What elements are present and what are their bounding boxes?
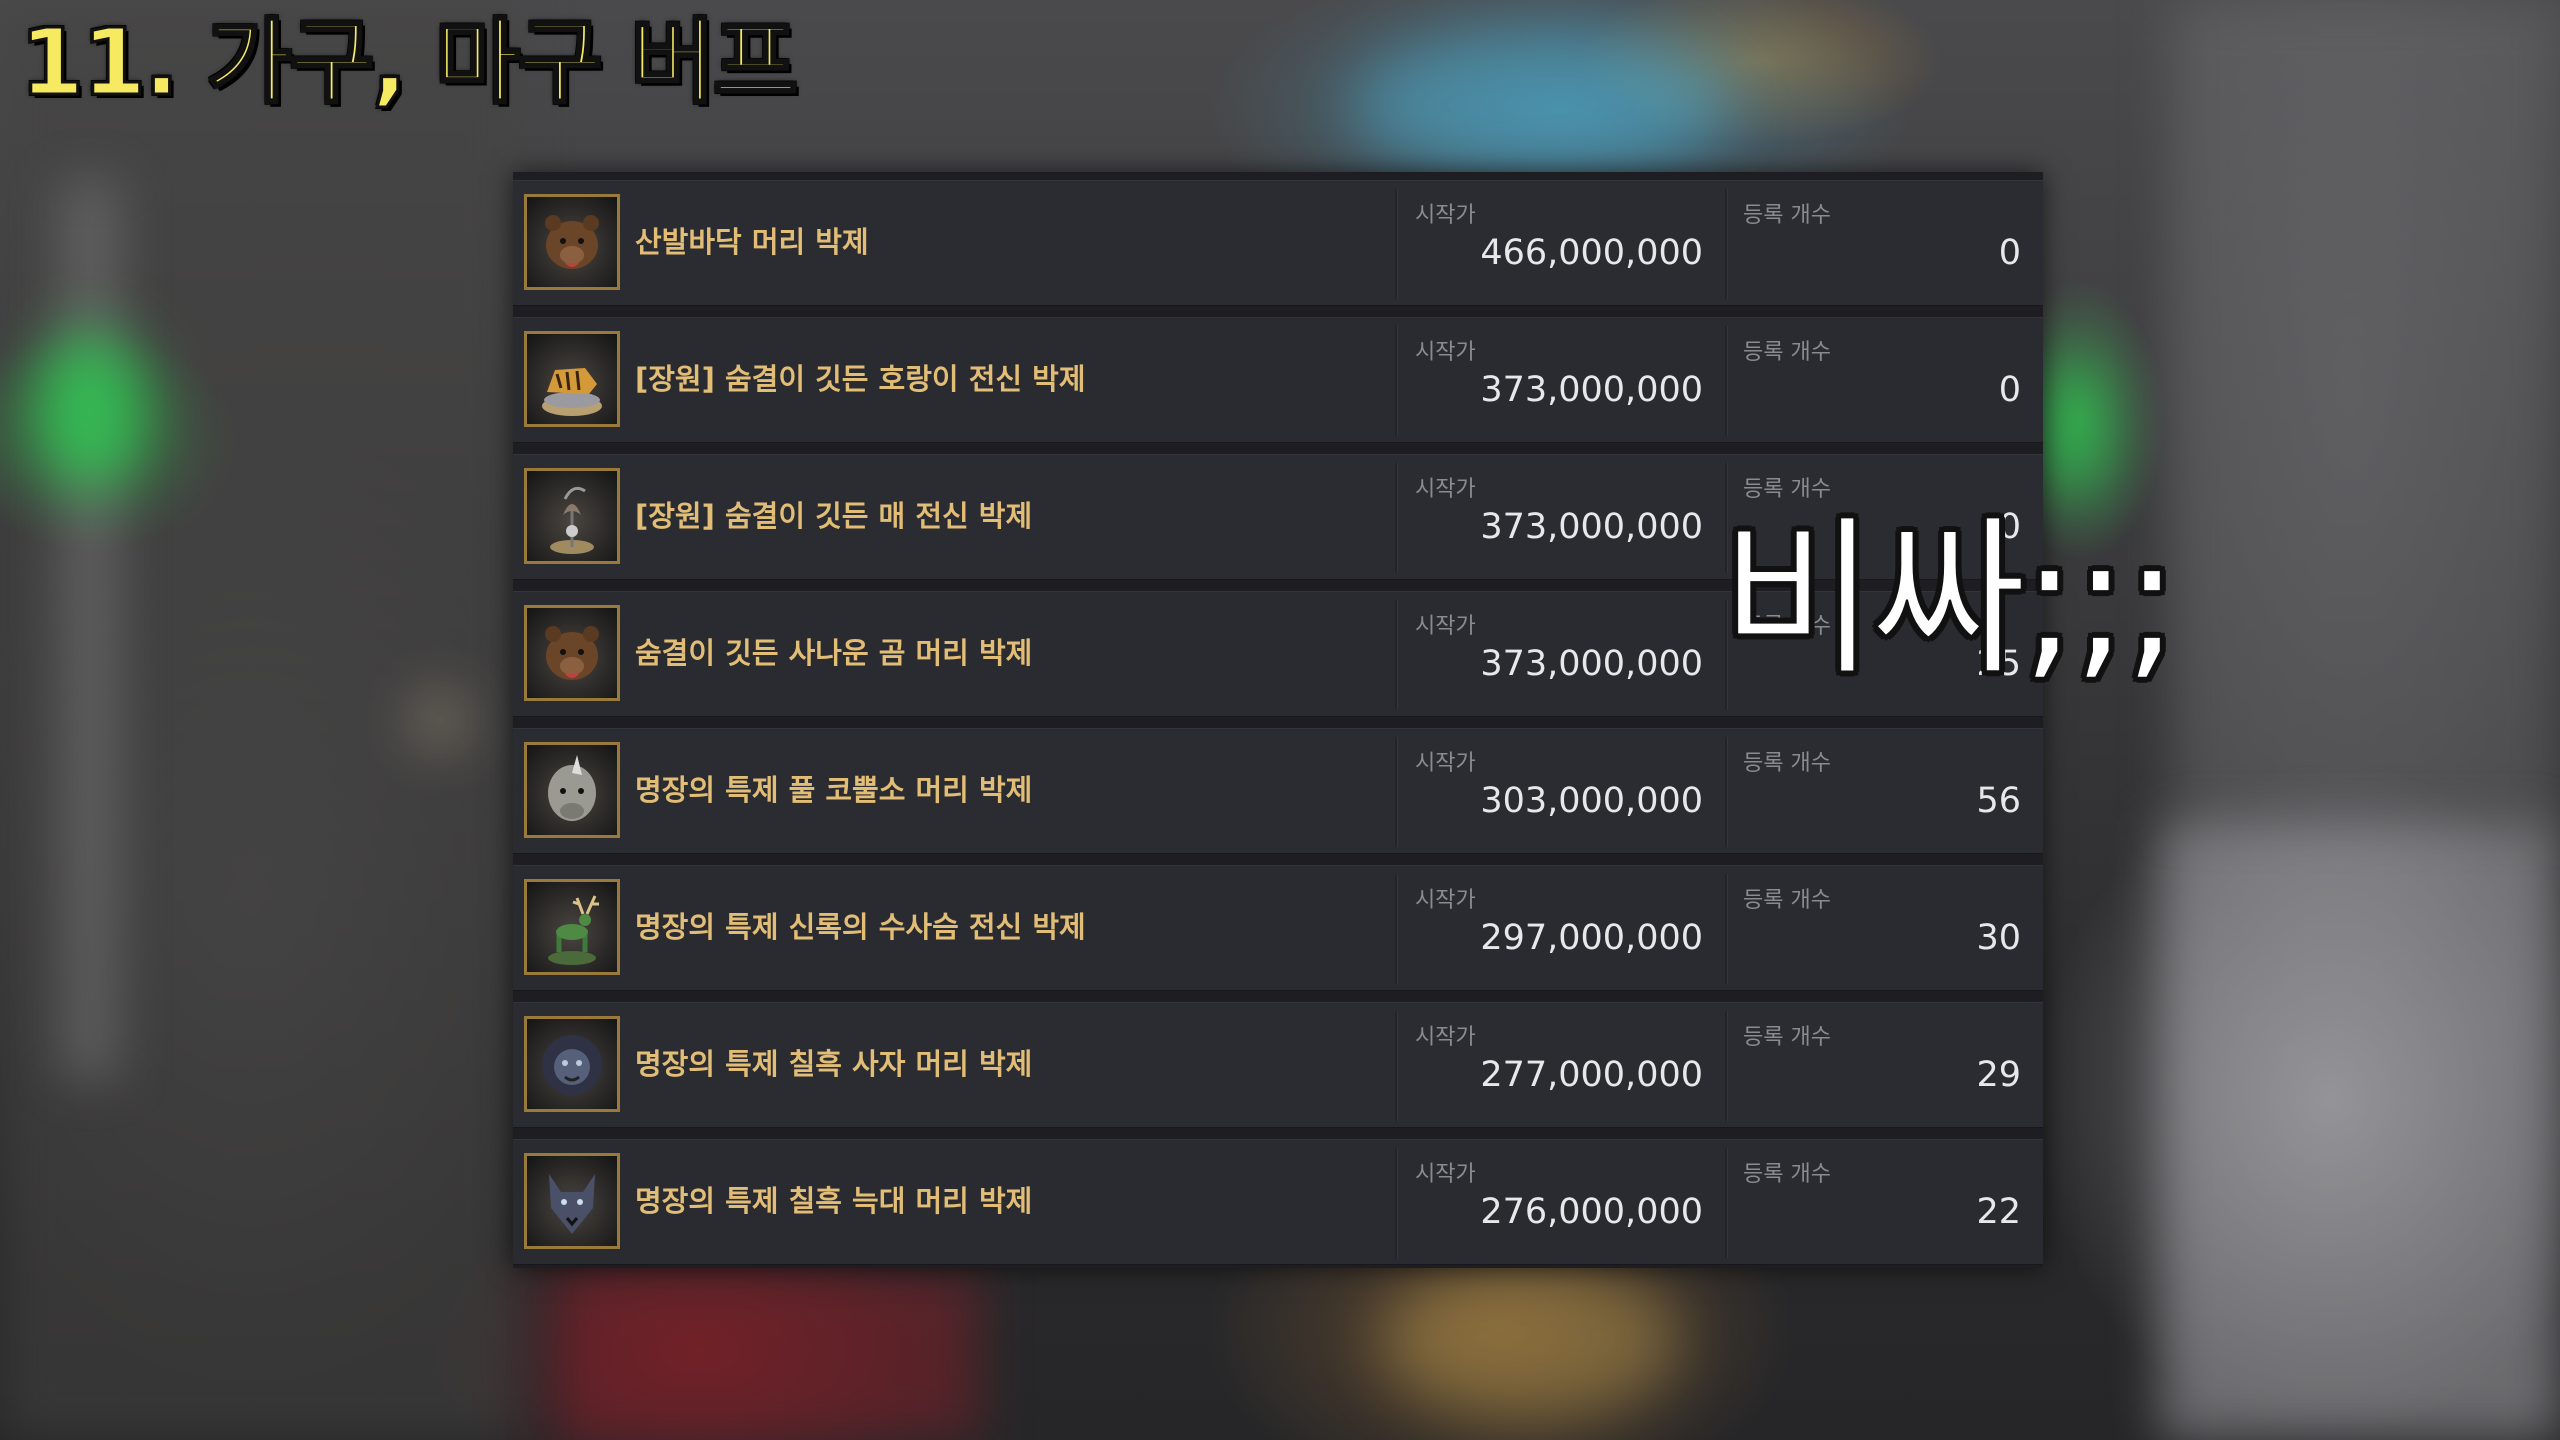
game-screen: 11. 가구, 마구 버프 산발바닥 머리 박제 시작가 466,000,000…	[0, 0, 2560, 1440]
column-divider	[1395, 874, 1398, 984]
bear-head-trophy-icon	[524, 194, 620, 290]
item-name: [장원] 숨결이 깃든 호랑이 전신 박제	[635, 362, 1086, 396]
price-value: 303,000,000	[1480, 781, 1703, 821]
item-name: 명장의 특제 풀 코뿔소 머리 박제	[635, 773, 1033, 807]
count-value: 0	[1998, 370, 2021, 410]
price-value: 373,000,000	[1480, 644, 1703, 684]
column-divider	[1725, 1148, 1728, 1258]
price-label: 시작가	[1415, 203, 1476, 228]
item-name: 산발바닥 머리 박제	[635, 225, 869, 259]
column-divider	[1725, 189, 1728, 299]
comment-overlay: 비싸;;;	[1719, 500, 2182, 700]
market-item-row[interactable]: 명장의 특제 칠흑 사자 머리 박제 시작가 277,000,000 등록 개수…	[513, 1002, 2043, 1128]
background-stone-ledge	[2160, 820, 2560, 1440]
price-label: 시작가	[1415, 751, 1476, 776]
price-value: 276,000,000	[1480, 1192, 1703, 1232]
tiger-statue-icon	[524, 331, 620, 427]
video-title: 11. 가구, 마구 버프	[19, 8, 800, 118]
background-cyan-light	[1350, 30, 1730, 180]
count-label: 등록 개수	[1743, 1025, 1831, 1050]
background-red-cloth	[560, 1270, 980, 1440]
count-value: 56	[1976, 781, 2021, 821]
price-label: 시작가	[1415, 614, 1476, 639]
background-green-lantern-right	[2040, 360, 2100, 500]
market-item-row[interactable]: 명장의 특제 칠흑 늑대 머리 박제 시작가 276,000,000 등록 개수…	[513, 1139, 2043, 1265]
column-divider	[1725, 1011, 1728, 1121]
column-divider	[1395, 737, 1398, 847]
count-label: 등록 개수	[1743, 1162, 1831, 1187]
count-label: 등록 개수	[1743, 477, 1831, 502]
price-label: 시작가	[1415, 1025, 1476, 1050]
column-divider	[1725, 326, 1728, 436]
price-value: 297,000,000	[1480, 918, 1703, 958]
background-pillar	[60, 180, 120, 1080]
count-label: 등록 개수	[1743, 888, 1831, 913]
column-divider	[1395, 1011, 1398, 1121]
lion-head-trophy-icon	[524, 1016, 620, 1112]
item-name: 숨결이 깃든 사나운 곰 머리 박제	[635, 636, 1033, 670]
hawk-perch-icon	[524, 468, 620, 564]
price-label: 시작가	[1415, 888, 1476, 913]
price-value: 373,000,000	[1480, 370, 1703, 410]
count-label: 등록 개수	[1743, 751, 1831, 776]
column-divider	[1725, 737, 1728, 847]
count-value: 0	[1998, 233, 2021, 273]
item-name: 명장의 특제 칠흑 사자 머리 박제	[635, 1047, 1033, 1081]
column-divider	[1395, 600, 1398, 710]
count-value: 30	[1976, 918, 2021, 958]
count-label: 등록 개수	[1743, 203, 1831, 228]
background-right-wall	[2170, 0, 2560, 820]
wolf-head-trophy-icon	[524, 1153, 620, 1249]
price-value: 466,000,000	[1480, 233, 1703, 273]
market-item-row[interactable]: 명장의 특제 풀 코뿔소 머리 박제 시작가 303,000,000 등록 개수…	[513, 728, 2043, 854]
price-label: 시작가	[1415, 1162, 1476, 1187]
price-label: 시작가	[1415, 477, 1476, 502]
market-item-row[interactable]: 명장의 특제 신록의 수사슴 전신 박제 시작가 297,000,000 등록 …	[513, 865, 2043, 991]
column-divider	[1725, 874, 1728, 984]
background-warm-lights	[1380, 1260, 1680, 1420]
market-item-list: 산발바닥 머리 박제 시작가 466,000,000 등록 개수 0 [장원] …	[513, 172, 2043, 1268]
price-value: 373,000,000	[1480, 507, 1703, 547]
background-lamp	[420, 700, 460, 740]
stag-statue-icon	[524, 879, 620, 975]
background-green-lantern	[30, 330, 150, 490]
item-name: 명장의 특제 신록의 수사슴 전신 박제	[635, 910, 1086, 944]
market-item-row[interactable]: [장원] 숨결이 깃든 호랑이 전신 박제 시작가 373,000,000 등록…	[513, 317, 2043, 443]
item-name: 명장의 특제 칠흑 늑대 머리 박제	[635, 1184, 1033, 1218]
column-divider	[1395, 463, 1398, 573]
price-label: 시작가	[1415, 340, 1476, 365]
item-name: [장원] 숨결이 깃든 매 전신 박제	[635, 499, 1033, 533]
column-divider	[1395, 1148, 1398, 1258]
market-item-row[interactable]: 산발바닥 머리 박제 시작가 466,000,000 등록 개수 0	[513, 180, 2043, 306]
price-value: 277,000,000	[1480, 1055, 1703, 1095]
count-value: 22	[1976, 1192, 2021, 1232]
bear-head-trophy-icon	[524, 605, 620, 701]
count-label: 등록 개수	[1743, 340, 1831, 365]
column-divider	[1395, 326, 1398, 436]
rhino-head-trophy-icon	[524, 742, 620, 838]
count-value: 29	[1976, 1055, 2021, 1095]
column-divider	[1395, 189, 1398, 299]
